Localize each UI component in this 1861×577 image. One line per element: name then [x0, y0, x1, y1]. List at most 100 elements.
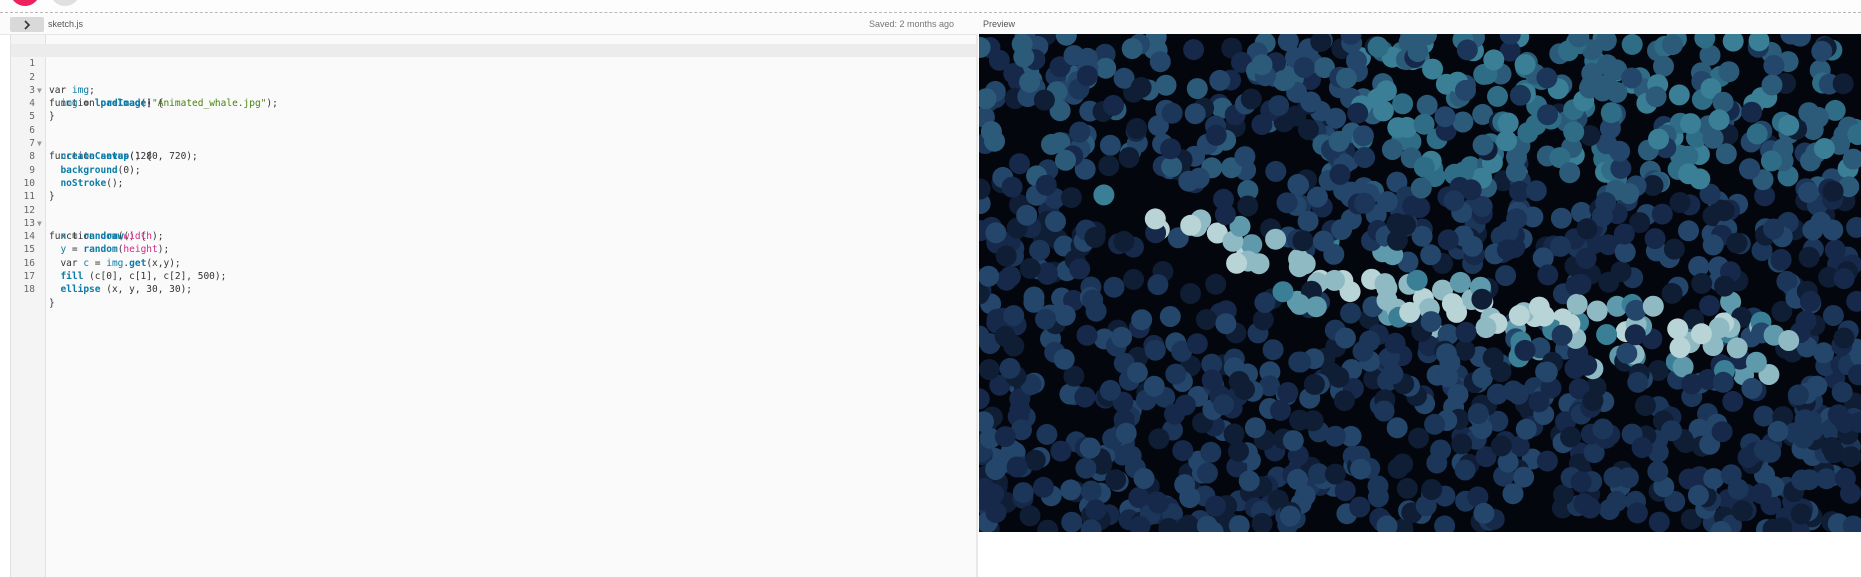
- paint-dot: [1023, 286, 1045, 308]
- paint-dot: [1726, 337, 1748, 359]
- paint-dot: [1645, 86, 1667, 108]
- paint-dot: [1324, 269, 1345, 291]
- paint-dot: [1179, 487, 1201, 509]
- code-line[interactable]: 4 }: [11, 84, 977, 122]
- paint-dot: [1205, 495, 1226, 517]
- paint-dot: [1687, 484, 1709, 506]
- paint-dot: [1161, 156, 1183, 178]
- paint-dot: [1462, 235, 1483, 257]
- sidebar-toggle-button[interactable]: [10, 17, 44, 32]
- paint-dot: [1746, 123, 1768, 145]
- paint-dot: [1009, 153, 1030, 175]
- paint-dot: [1483, 49, 1505, 71]
- punctuation: (x, y, 30, 30);: [100, 284, 193, 296]
- code-line[interactable]: 16 fill (c[0], c[1], c[2], 500);: [11, 244, 977, 282]
- paint-dot: [1240, 88, 1262, 110]
- paint-dot: [1618, 183, 1640, 204]
- stop-button[interactable]: [50, 0, 80, 6]
- paint-dot: [1234, 146, 1256, 168]
- paint-dot: [1186, 78, 1208, 100]
- paint-dot: [1300, 91, 1322, 113]
- paint-dot: [979, 178, 991, 200]
- paint-dot: [1103, 276, 1125, 298]
- paint-dot: [1413, 113, 1435, 135]
- paint-dot: [1080, 480, 1102, 502]
- paint-dot: [1386, 229, 1408, 251]
- paint-dot: [1054, 304, 1076, 326]
- paint-dot: [1373, 400, 1395, 422]
- paint-dot: [1079, 437, 1101, 459]
- paint-dot: [1396, 477, 1418, 499]
- paint-dot: [1095, 57, 1117, 79]
- code-line[interactable]: 8 background(0);: [11, 137, 977, 175]
- paint-dot: [1377, 191, 1398, 213]
- paint-dot: [1566, 293, 1588, 315]
- paint-dot: [1467, 403, 1489, 425]
- paint-dot: [1490, 435, 1512, 457]
- paint-dot: [1085, 499, 1107, 521]
- code-line[interactable]: 10 }: [11, 164, 977, 202]
- paint-dot: [1644, 228, 1666, 250]
- code-line[interactable]: 13 x = random(width);: [11, 204, 977, 242]
- code-line[interactable]: 2 ▼ function preload() {: [11, 57, 977, 110]
- paint-dot: [979, 265, 1000, 287]
- paint-dot: [1272, 281, 1294, 303]
- code-line[interactable]: 12 ▼ function draw() {: [11, 190, 977, 243]
- paint-dot: [1668, 84, 1690, 106]
- paint-dot: [1813, 342, 1835, 364]
- paint-dot: [1421, 479, 1443, 500]
- paint-dot: [1497, 112, 1519, 134]
- code-editor[interactable]: 1 var img; 2 ▼ function preload() { 3 im…: [10, 35, 977, 577]
- paint-dot: [1642, 295, 1664, 317]
- play-button[interactable]: [10, 0, 40, 6]
- code-line[interactable]: 17 ellipse (x, y, 30, 30);: [11, 257, 977, 295]
- code-line[interactable]: 1 var img;: [11, 44, 977, 96]
- paint-dot: [1815, 468, 1837, 490]
- paint-dot: [994, 325, 1016, 347]
- paint-dot: [1200, 441, 1222, 463]
- paint-dot: [1537, 104, 1559, 126]
- paint-dot: [1487, 85, 1508, 107]
- code-line[interactable]: 15 var c = img.get(x,y);: [11, 230, 977, 268]
- paint-dot: [1329, 163, 1351, 185]
- paint-dot: [983, 483, 1005, 505]
- paint-dot: [1550, 235, 1571, 257]
- top-toolbar: [0, 0, 1861, 14]
- paint-dot: [1069, 121, 1091, 143]
- paint-dot: [1690, 323, 1712, 345]
- paint-dot: [1082, 289, 1104, 311]
- preview-canvas[interactable]: [979, 34, 1861, 532]
- code-line[interactable]: 7 createCanvas(1280, 720);: [11, 124, 977, 162]
- code-line[interactable]: 18 }: [11, 270, 977, 308]
- code-line[interactable]: 11: [11, 177, 977, 202]
- paint-dot: [1446, 301, 1468, 323]
- code-line[interactable]: 14 y = random(height);: [11, 217, 977, 255]
- paint-dot: [1074, 386, 1096, 408]
- paint-dot: [1099, 134, 1121, 156]
- file-name[interactable]: sketch.js: [48, 19, 83, 29]
- paint-dot: [999, 265, 1021, 287]
- code-line[interactable]: 6 ▼ function setup() {: [11, 111, 977, 163]
- paint-dot: [1745, 351, 1767, 373]
- line-number: 18: [23, 284, 35, 296]
- code-line[interactable]: 3 img = loadImage("Animated_whale.jpg");: [11, 71, 977, 109]
- paint-dot: [1455, 321, 1477, 343]
- paint-dot: [1060, 187, 1082, 209]
- paint-dot: [1328, 366, 1350, 388]
- paint-dot: [1811, 40, 1833, 62]
- paint-dot: [1434, 515, 1456, 532]
- paint-dot: [1536, 361, 1558, 383]
- paint-dot: [1714, 275, 1736, 297]
- paint-dot: [1201, 369, 1223, 391]
- paint-dot: [1019, 71, 1041, 93]
- code-line[interactable]: 9 noStroke();: [11, 150, 977, 189]
- paint-dot: [1551, 324, 1573, 346]
- paint-dot: [1180, 214, 1202, 236]
- paint-dot: [1778, 114, 1800, 136]
- pane-divider[interactable]: [976, 34, 978, 577]
- paint-dot: [1384, 332, 1406, 354]
- paint-dot: [1024, 449, 1046, 471]
- paint-dot: [1661, 282, 1683, 304]
- paint-dot: [1214, 204, 1236, 225]
- code-line[interactable]: 5: [11, 97, 977, 122]
